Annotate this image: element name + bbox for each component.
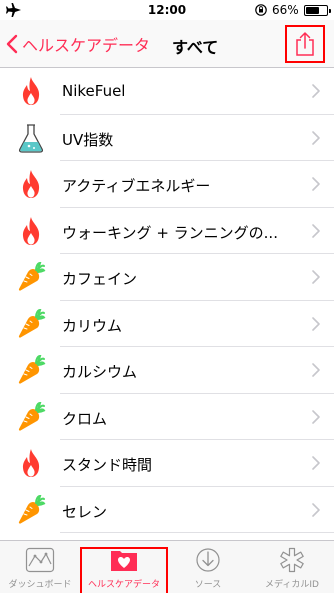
- list-item[interactable]: ウォーキング + ランニングの...: [0, 208, 334, 254]
- list-item-label: アクティブエネルギー: [62, 177, 211, 195]
- battery-fill: [306, 7, 320, 14]
- chevron-right-icon: [312, 363, 320, 377]
- health-data-list[interactable]: NikeFuel UV指数アクティブエネルギーウォーキング + ランニングの...…: [0, 68, 334, 540]
- back-button[interactable]: ヘルスケアデータ: [6, 28, 150, 60]
- list-item[interactable]: カリウム: [0, 301, 334, 347]
- tab-label: ヘルスケアデータ: [87, 580, 160, 590]
- tab-dashboard[interactable]: ダッシュボード: [0, 541, 80, 593]
- navigation-bar: ヘルスケアデータ すべて: [0, 20, 334, 68]
- tab-label: メディカルID: [265, 580, 319, 590]
- flame-icon: [16, 447, 46, 479]
- status-bar: 12:00 66%: [0, 0, 334, 20]
- list-item-label: カリウム: [62, 316, 123, 335]
- tab-label: ダッシュボード: [8, 580, 72, 590]
- share-icon: [296, 32, 314, 56]
- chevron-right-icon: [312, 456, 320, 470]
- medical-id-icon: [277, 547, 307, 573]
- orientation-lock-icon: [255, 4, 267, 16]
- flame-icon: [16, 75, 46, 107]
- carrot-icon: [16, 261, 46, 293]
- list-item-label: セレン: [62, 502, 108, 521]
- list-item[interactable]: NikeFuel: [0, 68, 334, 115]
- tab-label: ソース: [194, 580, 222, 590]
- tab-sources[interactable]: ソース: [168, 541, 248, 593]
- carrot-icon: [16, 308, 46, 340]
- list-item[interactable]: アクティブエネルギー: [0, 161, 334, 208]
- carrot-icon: [16, 401, 46, 433]
- chevron-right-icon: [312, 502, 320, 517]
- list-item[interactable]: スタンド時間: [0, 440, 334, 487]
- tab-health-data[interactable]: ヘルスケアデータ: [84, 541, 164, 593]
- chevron-right-icon: [312, 270, 320, 284]
- carrot-icon: [16, 494, 46, 526]
- chevron-right-icon: [312, 177, 320, 191]
- list-item-label: クロム: [62, 409, 108, 428]
- flame-icon: [16, 168, 46, 200]
- chevron-right-icon: [312, 409, 320, 424]
- list-item[interactable]: カフェイン: [0, 254, 334, 301]
- chevron-right-icon: [312, 223, 320, 238]
- page-title: すべて: [172, 38, 219, 57]
- list-item-label: NikeFuel: [62, 82, 126, 100]
- list-item[interactable]: カルシウム: [0, 347, 334, 394]
- list-item-label: UV指数: [62, 130, 114, 149]
- list-item-label: カフェイン: [62, 270, 138, 288]
- list-item[interactable]: UV指数: [0, 115, 334, 161]
- dashboard-icon: [25, 547, 55, 573]
- battery-icon: [304, 5, 331, 16]
- carrot-icon: [16, 354, 46, 386]
- share-button[interactable]: [285, 25, 325, 63]
- flask-icon: [16, 122, 46, 154]
- health-data-icon: [109, 547, 139, 573]
- chevron-left-icon: [6, 34, 18, 54]
- divider: [60, 532, 334, 533]
- tab-bar: ダッシュボード ヘルスケアデータ ソース メディカルID: [0, 540, 334, 593]
- list-item-label: ウォーキング + ランニングの...: [62, 223, 278, 242]
- list-item[interactable]: クロム: [0, 394, 334, 440]
- tab-medical-id[interactable]: メディカルID: [252, 541, 332, 593]
- list-item[interactable]: セレン: [0, 487, 334, 533]
- flame-icon: [16, 215, 46, 247]
- chevron-right-icon: [312, 316, 320, 331]
- chevron-right-icon: [312, 130, 320, 145]
- battery-percent: 66%: [272, 3, 299, 17]
- chevron-right-icon: [312, 84, 320, 98]
- list-item-label: カルシウム: [62, 363, 138, 381]
- sources-icon: [193, 547, 223, 573]
- back-button-label: ヘルスケアデータ: [22, 36, 151, 55]
- list-item-label: スタンド時間: [62, 456, 153, 474]
